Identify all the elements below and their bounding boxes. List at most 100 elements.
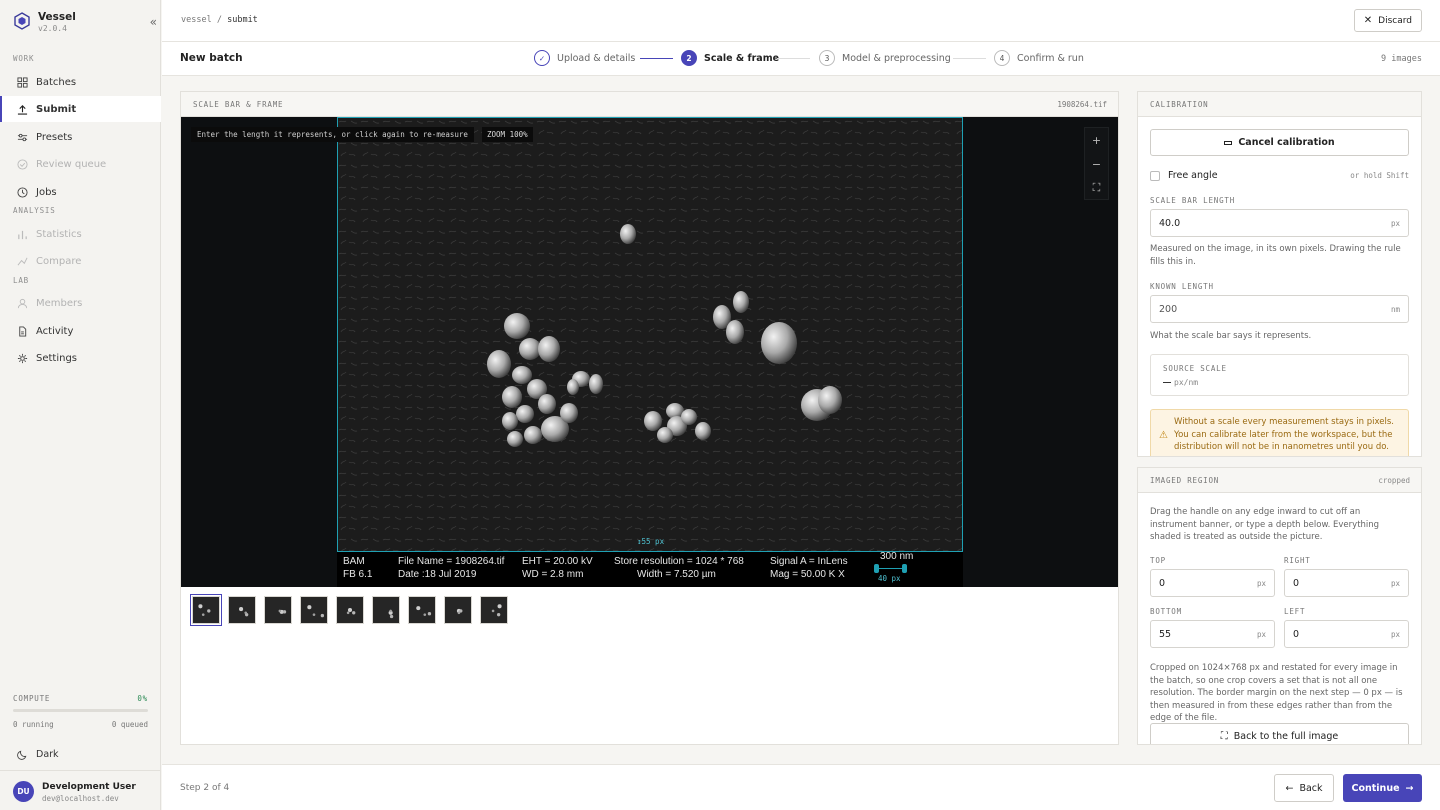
theme-label: Dark [36, 748, 59, 760]
scale-bar-length-input[interactable]: 40.0 px [1150, 209, 1409, 237]
continue-button[interactable]: Continue → [1343, 774, 1422, 802]
step-connector [777, 58, 810, 59]
reset-crop-button[interactable]: ⛶ Back to the full image [1150, 723, 1409, 744]
sidebar-item-batches[interactable]: Batches [0, 69, 161, 95]
databar-eht: EHT = 20.00 kV [522, 556, 593, 567]
top-bar: vessel / submit ✕ Discard [162, 0, 1440, 42]
sidebar-item-label: Batches [36, 76, 77, 88]
app-version: v2.0.4 [38, 24, 67, 33]
step-number: 4 [994, 50, 1010, 66]
crop-frame[interactable] [337, 117, 963, 552]
compute-label: COMPUTE [13, 694, 51, 703]
breadcrumb-parent[interactable]: vessel [181, 15, 212, 25]
check-circle-icon [16, 158, 28, 170]
sidebar-item-label: Activity [36, 325, 74, 337]
sidebar: Vessel v2.0.4 « WORK Batches Submit Pres… [0, 0, 161, 810]
crop-bottom-label[interactable]: ↕55 px [637, 537, 664, 546]
step-upload-details[interactable]: ✓ Upload & details [534, 50, 635, 66]
back-label: Back [1299, 782, 1323, 794]
step-indicator: Step 2 of 4 [180, 783, 230, 793]
compute-queued: 0 queued [111, 720, 148, 729]
image-thumbnail[interactable] [228, 596, 256, 624]
sidebar-item-compare: Compare [0, 248, 161, 274]
compute-running: 0 running [13, 720, 54, 729]
crop-right-input[interactable]: 0 px [1284, 569, 1409, 597]
sidebar-item-presets[interactable]: Presets [0, 124, 161, 150]
top-label: TOP [1150, 556, 1166, 565]
upload-icon [16, 103, 28, 115]
step-model-preprocessing[interactable]: 3 Model & preprocessing [819, 50, 951, 66]
user-menu[interactable]: DU Development User dev@localhost.dev [0, 770, 161, 810]
scale-bar-length-label: SCALE BAR LENGTH [1150, 196, 1236, 205]
zoom-out-icon[interactable]: − [1085, 152, 1108, 176]
close-icon: ✕ [1363, 15, 1373, 26]
step-connector [953, 58, 986, 59]
discard-label: Discard [1378, 15, 1412, 26]
step-confirm-run[interactable]: 4 Confirm & run [994, 50, 1084, 66]
reset-crop-label: Back to the full image [1233, 731, 1339, 742]
panel-title: CALIBRATION [1150, 100, 1209, 109]
databar-wd: WD = 2.8 mm [522, 569, 584, 580]
crop-left-input[interactable]: 0 px [1284, 620, 1409, 648]
image-thumbnail[interactable] [190, 594, 222, 626]
step-label: Confirm & run [1017, 52, 1084, 64]
compute-status: COMPUTE 0% 0 running 0 queued [13, 694, 148, 729]
scale-rule-start-handle[interactable] [874, 564, 879, 573]
sidebar-item-members: Members [0, 290, 161, 316]
imaged-region-panel: IMAGED REGION cropped Drag the handle on… [1137, 467, 1422, 745]
image-thumbnail[interactable] [264, 596, 292, 624]
panel-title: SCALE BAR & FRAME [193, 100, 284, 109]
wizard-footer: Step 2 of 4 ← Back Continue → [162, 764, 1440, 810]
sidebar-item-submit[interactable]: Submit [0, 96, 161, 122]
sidebar-item-label: Statistics [36, 228, 82, 240]
cancel-calibration-button[interactable]: Cancel calibration [1150, 129, 1409, 156]
crop-top-unit: px [1256, 579, 1266, 588]
scale-rule-end-handle[interactable] [902, 564, 907, 573]
source-scale-box: SOURCE SCALE px/nm [1150, 354, 1409, 396]
bar-chart-icon [16, 228, 28, 240]
zoom-in-icon[interactable]: + [1085, 128, 1108, 152]
brand[interactable]: Vessel v2.0.4 « [12, 10, 157, 36]
sidebar-item-jobs[interactable]: Jobs [0, 179, 161, 205]
ruler-icon [1224, 140, 1233, 145]
moon-icon [16, 748, 28, 760]
free-angle-checkbox[interactable] [1150, 170, 1160, 181]
scale-bar-length-value: 40.0 [1159, 218, 1181, 229]
collapse-sidebar-icon[interactable]: « [150, 15, 157, 29]
image-thumbnail[interactable] [372, 596, 400, 624]
step-scale-frame[interactable]: 2 Scale & frame [681, 50, 779, 66]
panel-title: IMAGED REGION [1150, 476, 1220, 485]
fit-screen-icon[interactable]: ⛶ [1085, 176, 1108, 200]
crop-bottom-input[interactable]: 55 px [1150, 620, 1275, 648]
back-button[interactable]: ← Back [1274, 774, 1334, 802]
panel-header: IMAGED REGION cropped [1138, 468, 1421, 493]
image-thumbnail[interactable] [408, 596, 436, 624]
step-label: Upload & details [557, 52, 636, 64]
sidebar-item-activity[interactable]: Activity [0, 318, 161, 344]
left-label: LEFT [1284, 607, 1306, 616]
discard-button[interactable]: ✕ Discard [1353, 9, 1422, 32]
bottom-label: BOTTOM [1150, 607, 1182, 616]
free-angle-label[interactable]: Free angle [1168, 170, 1218, 181]
image-thumbnail[interactable] [336, 596, 364, 624]
image-thumbnail[interactable] [444, 596, 472, 624]
hexagon-logo-icon [14, 12, 30, 30]
scale-bar-length-help: Measured on the image, in its own pixels… [1150, 244, 1401, 267]
thumbnail-strip [190, 594, 516, 626]
image-viewer[interactable]: ↕55 px Enter the length it represents, o… [181, 117, 1118, 587]
known-length-unit: nm [1390, 305, 1400, 314]
compute-progress-bar [13, 709, 148, 712]
known-length-help: What the scale bar says it represents. [1150, 331, 1312, 341]
image-thumbnail[interactable] [300, 596, 328, 624]
theme-toggle[interactable]: Dark [16, 748, 59, 760]
user-name: Development User [42, 782, 136, 792]
warning-text: Without a scale every measurement stays … [1174, 417, 1394, 452]
image-thumbnail[interactable] [480, 596, 508, 624]
step-label: Scale & frame [704, 52, 780, 64]
step-number: 2 [681, 50, 697, 66]
sidebar-item-label: Review queue [36, 158, 107, 170]
crop-top-input[interactable]: 0 px [1150, 569, 1275, 597]
sidebar-item-settings[interactable]: Settings [0, 345, 161, 371]
known-length-input[interactable]: 200 nm [1150, 295, 1409, 323]
region-help: Drag the handle on any edge inward to cu… [1150, 507, 1380, 542]
